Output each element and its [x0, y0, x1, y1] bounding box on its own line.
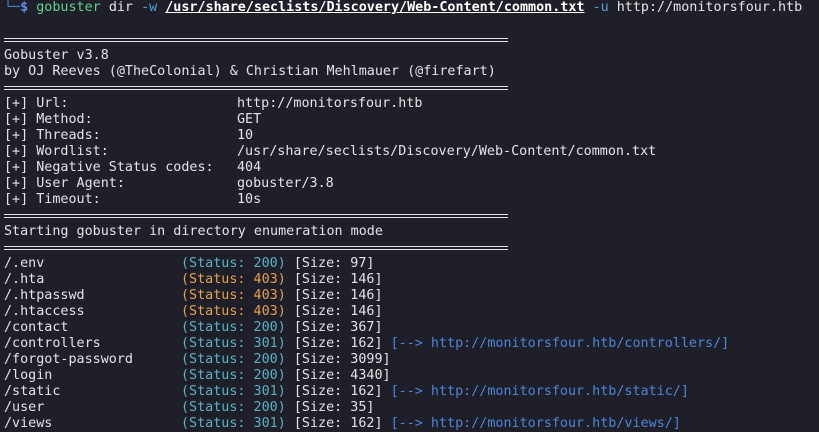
wordlist-path-arg: /usr/share/seclists/Discovery/Web-Conten…	[165, 0, 585, 15]
result-redirect-link[interactable]: [--> http://monitorsfour.htb/static/]	[391, 384, 689, 399]
result-row: /controllers (Status: 301) [Size: 162] [-…	[4, 336, 815, 352]
result-size: [Size: 162]	[293, 416, 383, 431]
config-row: [+] Url: http://monitorsfour.htb	[4, 96, 815, 112]
url-arg: http://monitorsfour.htb	[616, 0, 803, 15]
wordlist-flag: -w	[141, 0, 158, 15]
result-status: (Status: 200)	[181, 352, 286, 367]
result-path: /.htaccess	[4, 304, 85, 319]
config-key: [+] User Agent:	[4, 176, 125, 191]
config-row: [+] Negative Status codes: 404	[4, 160, 815, 176]
result-size: [Size: 162]	[293, 384, 383, 399]
result-size: [Size: 146]	[293, 304, 383, 319]
config-key: [+] Negative Status codes:	[4, 160, 214, 175]
result-status: (Status: 200)	[181, 256, 286, 271]
result-path: /controllers	[4, 336, 101, 351]
result-row: /.env (Status: 200) [Size: 97]	[4, 256, 815, 272]
result-path: /login	[4, 368, 53, 383]
config-row: [+] Wordlist: /usr/share/seclists/Discove…	[4, 144, 815, 160]
result-size: [Size: 367]	[293, 320, 383, 335]
result-size: [Size: 162]	[293, 336, 383, 351]
result-size: [Size: 4340]	[293, 368, 391, 383]
result-size: [Size: 97]	[293, 256, 375, 271]
result-status: (Status: 301)	[181, 384, 286, 399]
result-row: /static (Status: 301) [Size: 162] [--> ht…	[4, 384, 815, 400]
result-path: /forgot-password	[4, 352, 133, 367]
separator-rule	[4, 32, 815, 48]
separator-rule	[4, 208, 815, 224]
separator-rule	[4, 80, 815, 96]
result-redirect-link[interactable]: [--> http://monitorsfour.htb/controllers…	[391, 336, 730, 351]
result-status: (Status: 403)	[181, 304, 286, 319]
result-path: /.env	[4, 256, 45, 271]
prompt-dollar-sign: $	[20, 0, 29, 15]
result-status: (Status: 200)	[181, 368, 286, 383]
config-row: [+] User Agent: gobuster/3.8	[4, 176, 815, 192]
config-value: 10	[237, 128, 254, 143]
result-size: [Size: 146]	[293, 272, 383, 287]
config-value: 10s	[237, 192, 262, 207]
config-row: [+] Threads: 10	[4, 128, 815, 144]
config-key: [+] Wordlist:	[4, 144, 109, 159]
command-prompt-line: └─$ gobuster dir -w /usr/share/seclists/…	[4, 0, 815, 16]
result-row: /.hta (Status: 403) [Size: 146]	[4, 272, 815, 288]
result-status: (Status: 200)	[181, 400, 286, 415]
config-key: [+] Threads:	[4, 128, 101, 143]
result-status: (Status: 301)	[181, 336, 286, 351]
result-status: (Status: 200)	[181, 320, 286, 335]
result-path: /views	[4, 416, 53, 431]
banner-authors: by OJ Reeves (@TheColonial) & Christian …	[4, 64, 496, 79]
result-status: (Status: 403)	[181, 272, 286, 287]
command-subcommand: dir	[108, 0, 133, 15]
config-key: [+] Timeout:	[4, 192, 101, 207]
config-list: [+] Url: http://monitorsfour.htb [+] Metho…	[4, 96, 815, 208]
prompt-corner-glyph: └─	[4, 0, 21, 15]
url-flag: -u	[592, 0, 609, 15]
result-row: /.htaccess (Status: 403) [Size: 146]	[4, 304, 815, 320]
config-row: [+] Method: GET	[4, 112, 815, 128]
result-row: /.htpasswd (Status: 403) [Size: 146]	[4, 288, 815, 304]
result-path: /user	[4, 400, 45, 415]
banner-version: Gobuster v3.8	[4, 48, 109, 63]
result-row: /views (Status: 301) [Size: 162] [--> htt…	[4, 416, 815, 432]
config-value: gobuster/3.8	[237, 176, 334, 191]
result-path: /contact	[4, 320, 69, 335]
config-key: [+] Url:	[4, 96, 69, 111]
result-row: /login (Status: 200) [Size: 4340]	[4, 368, 815, 384]
result-path: /.hta	[4, 272, 45, 287]
result-size: [Size: 3099]	[293, 352, 391, 367]
config-row: [+] Timeout: 10s	[4, 192, 815, 208]
result-status: (Status: 301)	[181, 416, 286, 431]
result-path: /static	[4, 384, 61, 399]
result-redirect-link[interactable]: [--> http://monitorsfour.htb/views/]	[391, 416, 681, 431]
separator-rule	[4, 240, 815, 256]
result-size: [Size: 35]	[293, 400, 375, 415]
result-row: /contact (Status: 200) [Size: 367]	[4, 320, 815, 336]
result-status: (Status: 403)	[181, 288, 286, 303]
config-value: /usr/share/seclists/Discovery/Web-Conten…	[237, 144, 657, 159]
result-row: /forgot-password (Status: 200) [Size: 309…	[4, 352, 815, 368]
result-size: [Size: 146]	[293, 288, 383, 303]
result-path: /.htpasswd	[4, 288, 85, 303]
config-key: [+] Method:	[4, 112, 93, 127]
config-value: 404	[237, 160, 262, 175]
config-value: GET	[237, 112, 262, 127]
command-binary: gobuster	[36, 0, 101, 15]
config-value: http://monitorsfour.htb	[237, 96, 423, 111]
mode-line: Starting gobuster in directory enumerati…	[4, 224, 383, 239]
results-list: /.env (Status: 200) [Size: 97] /.hta (Statu…	[4, 256, 815, 432]
terminal-output[interactable]: └─$ gobuster dir -w /usr/share/seclists/…	[4, 0, 815, 432]
result-row: /user (Status: 200) [Size: 35]	[4, 400, 815, 416]
